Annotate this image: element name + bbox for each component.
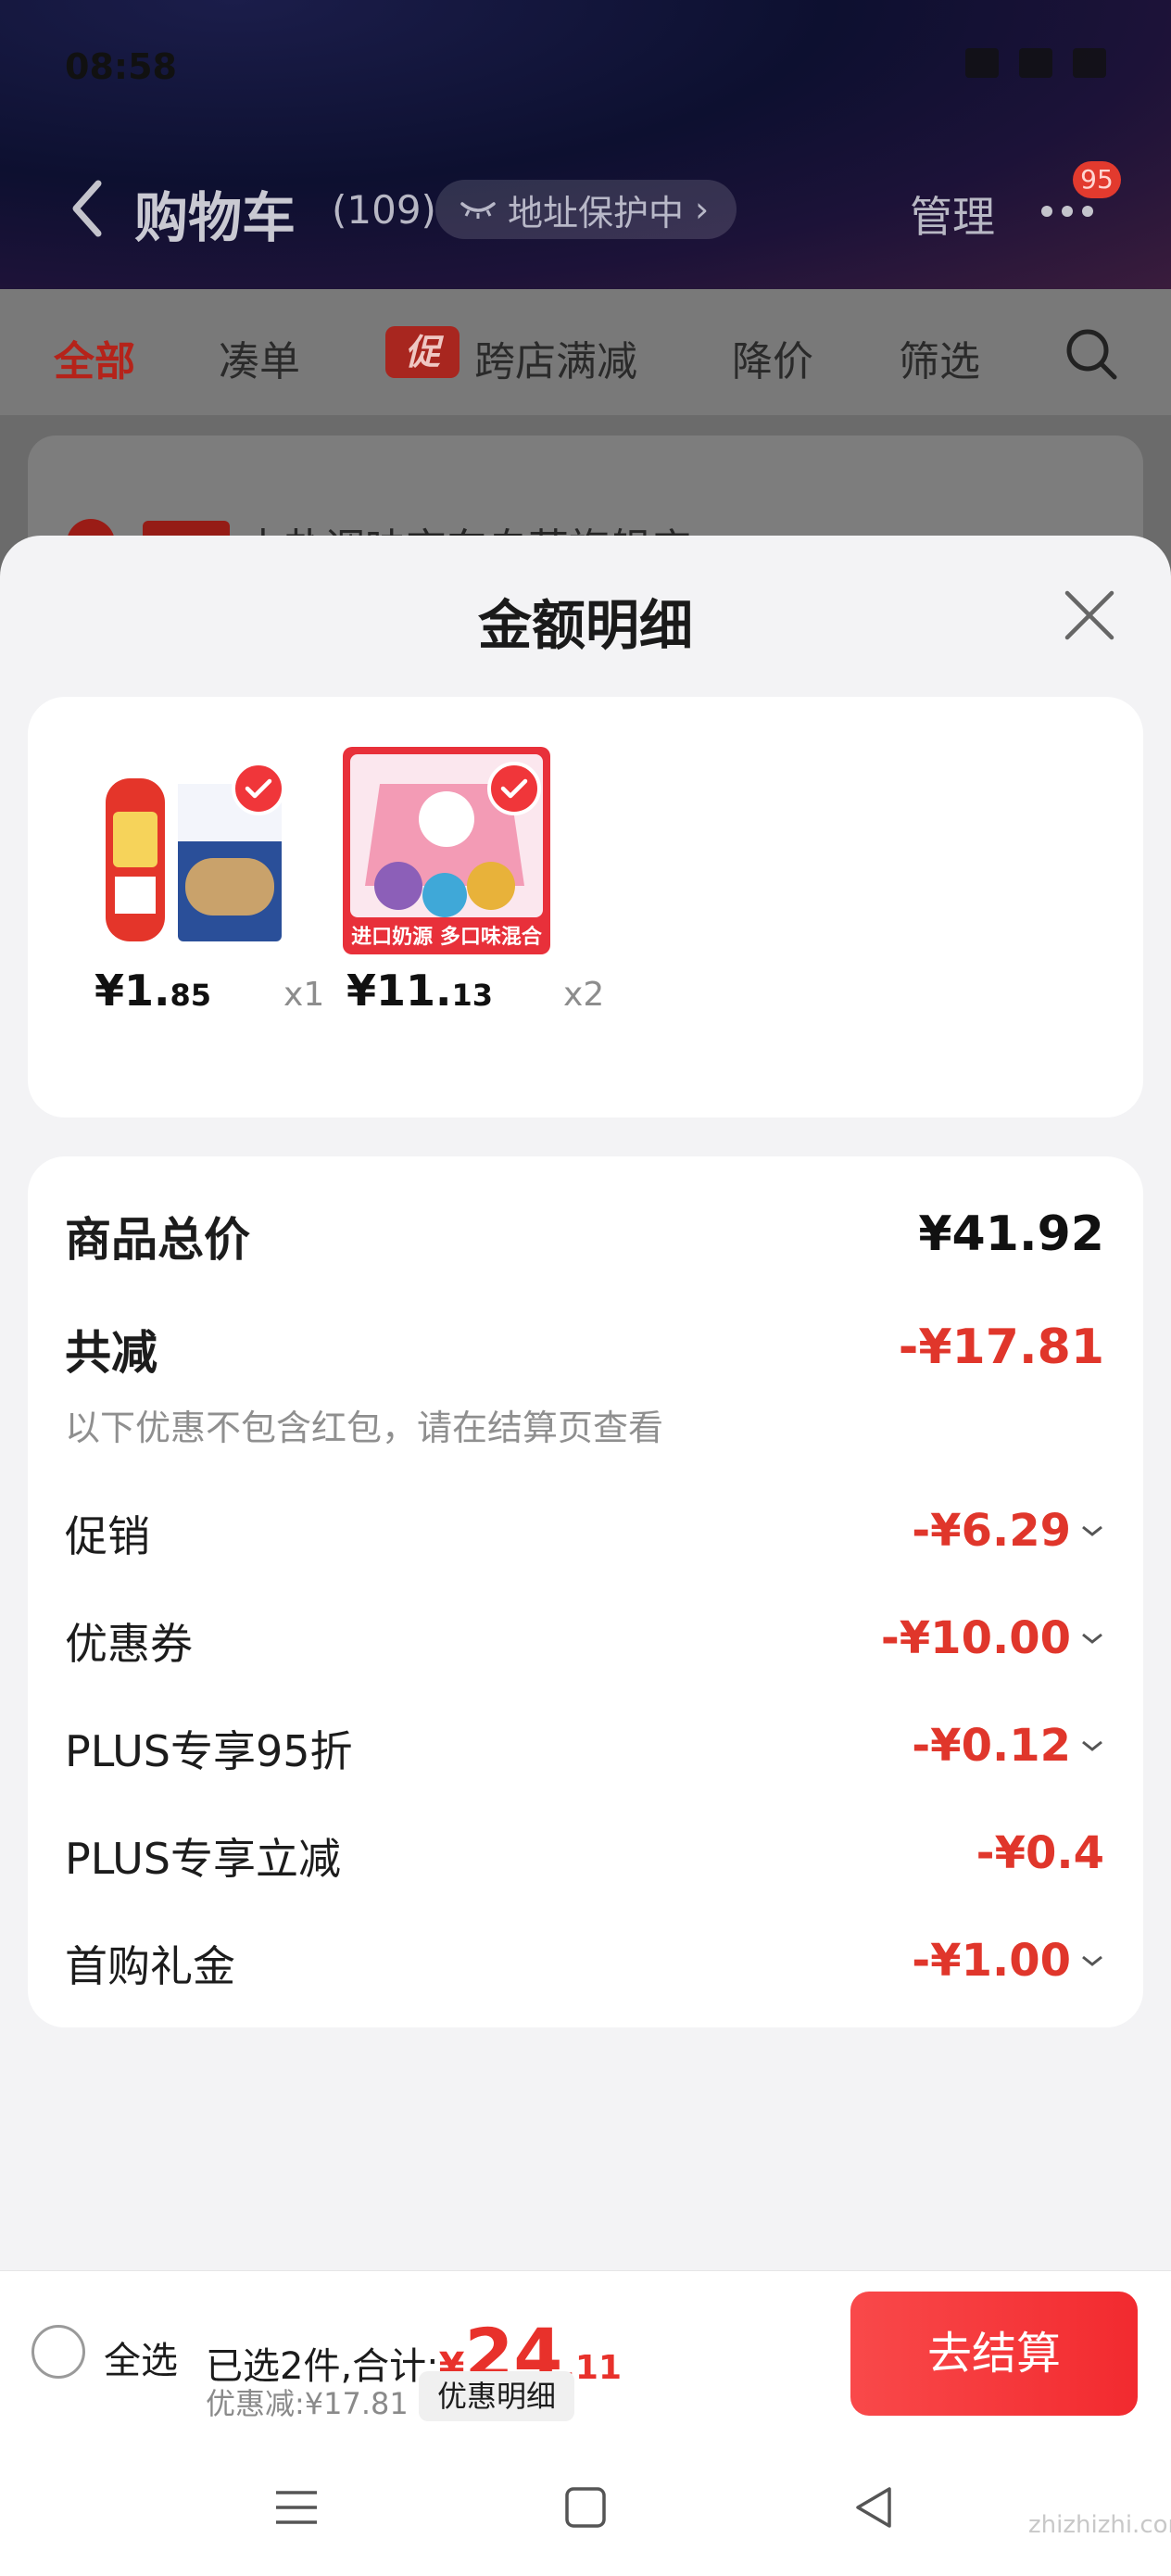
plus-discount-label: PLUS专享95折	[65, 1726, 353, 1776]
selected-check-icon	[232, 762, 285, 815]
product-qty: x1	[283, 976, 325, 1014]
tab-filter[interactable]: 筛选	[899, 328, 980, 387]
watermark-text: zhizhizhi.com	[1028, 2511, 1171, 2539]
product-price: ¥1.85	[94, 966, 212, 1016]
plus-discount-value[interactable]: -¥0.12	[912, 1720, 1104, 1772]
promo-tag: 促	[385, 326, 460, 378]
cart-hero-background: 08:58 购物车 (109) 地址保护中 › 管理 95	[0, 0, 1171, 289]
promo-label: 促销	[65, 1511, 150, 1561]
cart-tab-bar: 全部 凑单 促 跨店满减 降价 筛选	[0, 289, 1171, 415]
discount-detail-button[interactable]: 优惠明细	[419, 2371, 575, 2421]
signal-icon	[965, 48, 999, 78]
select-all-label[interactable]: 全选	[104, 2330, 178, 2384]
wifi-icon	[1019, 48, 1052, 78]
first-purchase-label: 首购礼金	[65, 1941, 235, 1991]
product-price-row: ¥1.85 x1	[94, 966, 324, 1016]
candy-pack-text: 进口奶源 多口味混合	[351, 925, 543, 949]
plus-reduce-label: PLUS专享立减	[65, 1834, 341, 1884]
chevron-down-icon	[1082, 1525, 1102, 1536]
back-icon[interactable]	[65, 176, 111, 241]
eye-closed-icon	[460, 202, 496, 219]
product-qty: x2	[563, 976, 605, 1014]
promo-value[interactable]: -¥6.29	[912, 1505, 1104, 1557]
selected-check-icon	[487, 762, 541, 815]
tab-price-drop[interactable]: 降价	[732, 328, 813, 387]
reduction-note: 以下优惠不包含红包，请在结算页查看	[65, 1408, 664, 1448]
checkout-button[interactable]: 去结算	[850, 2292, 1138, 2416]
product-image-candy: 进口奶源 多口味混合	[343, 747, 550, 954]
back-triangle-icon[interactable]	[849, 2481, 900, 2533]
chevron-down-icon	[1082, 1740, 1102, 1751]
home-square-icon[interactable]	[560, 2481, 611, 2533]
tab-combine[interactable]: 凑单	[219, 328, 300, 387]
address-protect-pill[interactable]: 地址保护中 ›	[435, 180, 737, 239]
tab-all[interactable]: 全部	[54, 328, 135, 387]
checkout-bar: 全选 已选2件,合计: ¥ 24 .11 优惠减:¥17.81 优惠明细 去结算	[0, 2270, 1171, 2435]
chevron-right-icon: ›	[695, 189, 710, 230]
close-icon[interactable]	[1064, 589, 1115, 641]
chevron-down-icon	[1082, 1633, 1102, 1644]
reduction-label: 共减	[65, 1326, 157, 1380]
amount-detail-sheet: 金额明细 ¥1.85 x1 进口奶源 多口味混合 ¥11.13 x2 商品总价 …	[0, 536, 1171, 2270]
page-title: 购物车	[134, 186, 296, 249]
coupon-label: 优惠券	[65, 1619, 193, 1669]
subtotal-label: 商品总价	[65, 1213, 250, 1267]
select-all-radio[interactable]	[31, 2325, 85, 2379]
discount-summary: 优惠减:¥17.81	[206, 2386, 409, 2421]
manage-button[interactable]: 管理	[910, 183, 995, 245]
address-protect-label: 地址保护中	[508, 192, 685, 234]
product-price: ¥11.13	[346, 966, 494, 1016]
subtotal-value: ¥41.92	[918, 1206, 1104, 1262]
product-image-salt	[87, 747, 295, 954]
search-icon[interactable]	[1064, 326, 1119, 382]
product-item[interactable]: 进口奶源 多口味混合	[343, 747, 565, 954]
chevron-down-icon	[1082, 1955, 1102, 1966]
coupon-value[interactable]: -¥10.00	[881, 1612, 1104, 1664]
more-icon[interactable]	[1039, 202, 1095, 221]
status-time: 08:58	[65, 46, 177, 87]
system-nav-bar	[0, 2435, 1171, 2576]
status-icons	[965, 48, 1106, 78]
reduction-value: -¥17.81	[898, 1320, 1104, 1375]
cart-count: (109)	[332, 187, 436, 233]
menu-icon[interactable]	[271, 2481, 322, 2533]
more-badge: 95	[1073, 161, 1121, 198]
amount-detail-card: 商品总价 ¥41.92 共减 -¥17.81 以下优惠不包含红包，请在结算页查看…	[28, 1156, 1143, 2027]
battery-icon	[1073, 48, 1106, 78]
plus-reduce-value: -¥0.4	[976, 1827, 1104, 1879]
tab-cross-store[interactable]: 跨店满减	[474, 328, 637, 387]
product-item[interactable]	[87, 747, 309, 954]
sheet-title: 金额明细	[477, 594, 693, 657]
product-price-row: ¥11.13 x2	[346, 966, 604, 1016]
first-purchase-value[interactable]: -¥1.00	[912, 1935, 1104, 1987]
selected-items-card: ¥1.85 x1 进口奶源 多口味混合 ¥11.13 x2	[28, 697, 1143, 1118]
cart-header: 购物车 (109) 地址保护中 › 管理 95	[0, 161, 1171, 250]
